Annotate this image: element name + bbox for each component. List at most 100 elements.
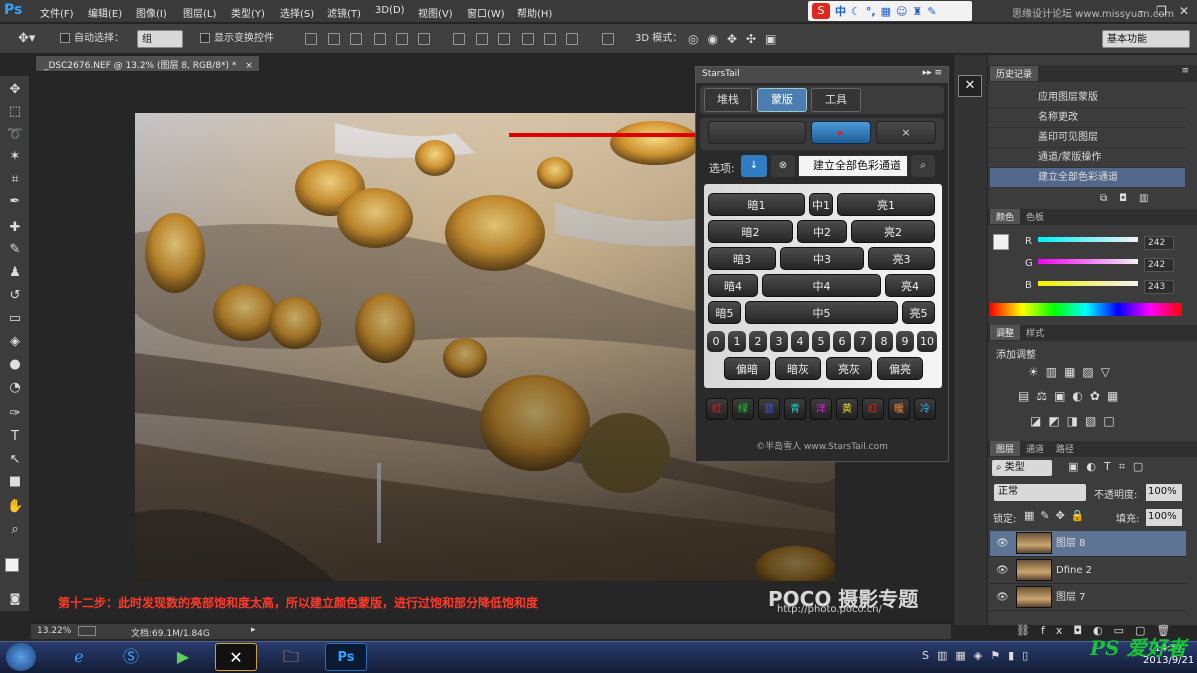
play-button[interactable]: ▸ <box>811 121 871 144</box>
adjustment-icons-row3[interactable]: ◪◩◨▧□ <box>1030 414 1122 428</box>
dark-1-button[interactable]: 暗1 <box>708 193 805 216</box>
color-warm-button[interactable]: 暖 <box>888 398 910 420</box>
bright-3-button[interactable]: 亮3 <box>868 247 935 270</box>
color-cyan-button[interactable]: 青 <box>784 398 806 420</box>
history-item-active[interactable]: 建立全部色彩通道 <box>990 168 1185 188</box>
path-select-icon[interactable]: ↖ <box>7 452 23 468</box>
tab-color[interactable]: 颜色 <box>990 209 1021 224</box>
number-6-button[interactable]: 6 <box>833 331 851 352</box>
menu-window[interactable]: 窗口(W) <box>467 5 505 20</box>
visibility-eye-icon[interactable]: 👁 <box>996 585 1009 611</box>
menu-filter[interactable]: 滤镜(T) <box>327 5 361 20</box>
r-slider[interactable] <box>1038 237 1138 242</box>
close-action-button[interactable]: × <box>876 121 936 144</box>
dark-3-button[interactable]: 暗3 <box>708 247 776 270</box>
dark-4-button[interactable]: 暗4 <box>708 274 758 297</box>
bias-light-button[interactable]: 偏亮 <box>877 357 923 380</box>
ie-icon[interactable]: ℯ <box>58 643 100 671</box>
bright-1-button[interactable]: 亮1 <box>837 193 935 216</box>
b-slider[interactable] <box>1038 281 1138 286</box>
option-down-icon[interactable]: ↓ <box>741 155 767 177</box>
tab-history[interactable]: 历史记录 <box>990 66 1039 81</box>
bright-4-button[interactable]: 亮4 <box>885 274 935 297</box>
magic-wand-icon[interactable]: ✶ <box>7 149 23 165</box>
menu-help[interactable]: 帮助(H) <box>517 5 552 20</box>
g-slider[interactable] <box>1038 259 1138 264</box>
lasso-tool-icon[interactable]: ➰ <box>7 127 23 143</box>
visibility-eye-icon[interactable]: 👁 <box>996 558 1009 584</box>
workspace-dropdown[interactable]: 基本功能 <box>1102 30 1190 48</box>
dodge-tool-icon[interactable]: ◔ <box>7 380 23 396</box>
shape-tool-icon[interactable]: ■ <box>7 474 23 490</box>
foreground-color-swatch[interactable] <box>5 558 19 572</box>
zoom-tool-icon[interactable]: ⌕ <box>7 522 23 538</box>
brush-tool-icon[interactable]: ✎ <box>7 242 23 258</box>
dark-2-button[interactable]: 暗2 <box>708 220 793 243</box>
eyedropper-icon[interactable]: ✒ <box>7 194 23 210</box>
close-icon[interactable]: ✕ <box>1179 4 1189 18</box>
adjustment-icons-row1[interactable]: ☀▥▦▨▽ <box>1028 365 1117 379</box>
menu-3d[interactable]: 3D(D) <box>375 5 405 16</box>
sogou-taskbar-icon[interactable]: Ⓢ <box>110 643 152 671</box>
tab-stack[interactable]: 堆栈 <box>704 88 752 112</box>
eraser-tool-icon[interactable]: ▭ <box>7 311 23 327</box>
shirt-icon[interactable]: ♜ <box>912 5 922 18</box>
history-actions-icon[interactable]: ⧉◘▥ <box>1100 193 1161 204</box>
stamp-tool-icon[interactable]: ♟ <box>7 265 23 281</box>
zoom-level[interactable]: 13.22% <box>37 626 71 636</box>
minimize-icon[interactable]: – <box>1138 4 1144 18</box>
moon-icon[interactable]: ☾ <box>851 5 861 18</box>
layer-filter-dropdown[interactable]: ⌕ 类型 <box>992 460 1052 476</box>
mid-5-button[interactable]: 中5 <box>745 301 898 324</box>
app-x-icon[interactable]: ✕ <box>215 643 257 671</box>
ime-toolbar[interactable]: S 中 ☾ °, ▦ ☺ ♜ ✎ <box>808 1 972 21</box>
color-red-button[interactable]: 红 <box>706 398 728 420</box>
tab-paths[interactable]: 路径 <box>1050 441 1080 456</box>
paint-bucket-icon[interactable]: ◈ <box>7 334 23 350</box>
r-value[interactable]: 242 <box>1144 236 1174 250</box>
distribute-hcenter-icon[interactable] <box>544 33 556 45</box>
wrench-icon[interactable]: ✎ <box>927 5 936 18</box>
mid-2-button[interactable]: 中2 <box>797 220 847 243</box>
ime-mode[interactable]: 中 <box>835 3 846 19</box>
menu-select[interactable]: 选择(S) <box>280 5 314 20</box>
restore-icon[interactable]: ❐ <box>1156 4 1167 18</box>
mid-4-button[interactable]: 中4 <box>762 274 881 297</box>
tab-layers[interactable]: 图层 <box>990 441 1021 456</box>
photoshop-taskbar-icon[interactable]: Ps <box>325 643 367 671</box>
align-hcenter-icon[interactable] <box>396 33 408 45</box>
media-player-icon[interactable]: ▶ <box>162 643 204 671</box>
history-item[interactable]: 应用图层蒙版 <box>990 88 1185 108</box>
tab-adjustments[interactable]: 调整 <box>990 325 1021 340</box>
folder-icon[interactable]: 🗀 <box>270 643 312 671</box>
menu-image[interactable]: 图像(I) <box>136 5 167 20</box>
distribute-vcenter-icon[interactable] <box>476 33 488 45</box>
visibility-eye-icon[interactable]: 👁 <box>996 531 1009 557</box>
show-transform-checkbox[interactable]: 显示变换控件 <box>200 30 274 48</box>
menu-view[interactable]: 视图(V) <box>418 5 453 20</box>
history-brush-icon[interactable]: ↺ <box>7 288 23 304</box>
healing-brush-icon[interactable]: ✚ <box>7 220 23 236</box>
tab-styles[interactable]: 样式 <box>1020 325 1050 340</box>
panel-menu-icon[interactable]: ▸▸ ≡ <box>923 68 942 78</box>
blur-tool-icon[interactable]: ● <box>7 357 23 373</box>
auto-align-icon[interactable] <box>602 33 614 45</box>
number-1-button[interactable]: 1 <box>728 331 746 352</box>
color-red2-button[interactable]: 红 <box>862 398 884 420</box>
fg-color-swatch[interactable] <box>993 234 1009 250</box>
crop-tool-icon[interactable]: ⌗ <box>7 172 23 188</box>
auto-select-dropdown[interactable]: 组 <box>137 30 183 48</box>
bias-dark-gray-button[interactable]: 暗灰 <box>775 357 821 380</box>
bias-dark-button[interactable]: 偏暗 <box>724 357 770 380</box>
menu-edit[interactable]: 编辑(E) <box>88 5 122 20</box>
layer-row[interactable]: 👁 图层 7 <box>990 585 1186 611</box>
number-5-button[interactable]: 5 <box>812 331 830 352</box>
history-item[interactable]: 盖印可见图层 <box>990 128 1185 148</box>
user-icon[interactable]: ☺ <box>896 5 907 18</box>
export-icon[interactable] <box>78 626 96 636</box>
tab-swatches[interactable]: 色板 <box>1020 209 1050 224</box>
quick-mask-icon[interactable]: ◙ <box>7 591 23 607</box>
distribute-left-icon[interactable] <box>522 33 534 45</box>
adjustment-icons-row2[interactable]: ▤⚖▣◐✿▦ <box>1018 389 1125 403</box>
mid-1-button[interactable]: 中1 <box>809 193 833 216</box>
